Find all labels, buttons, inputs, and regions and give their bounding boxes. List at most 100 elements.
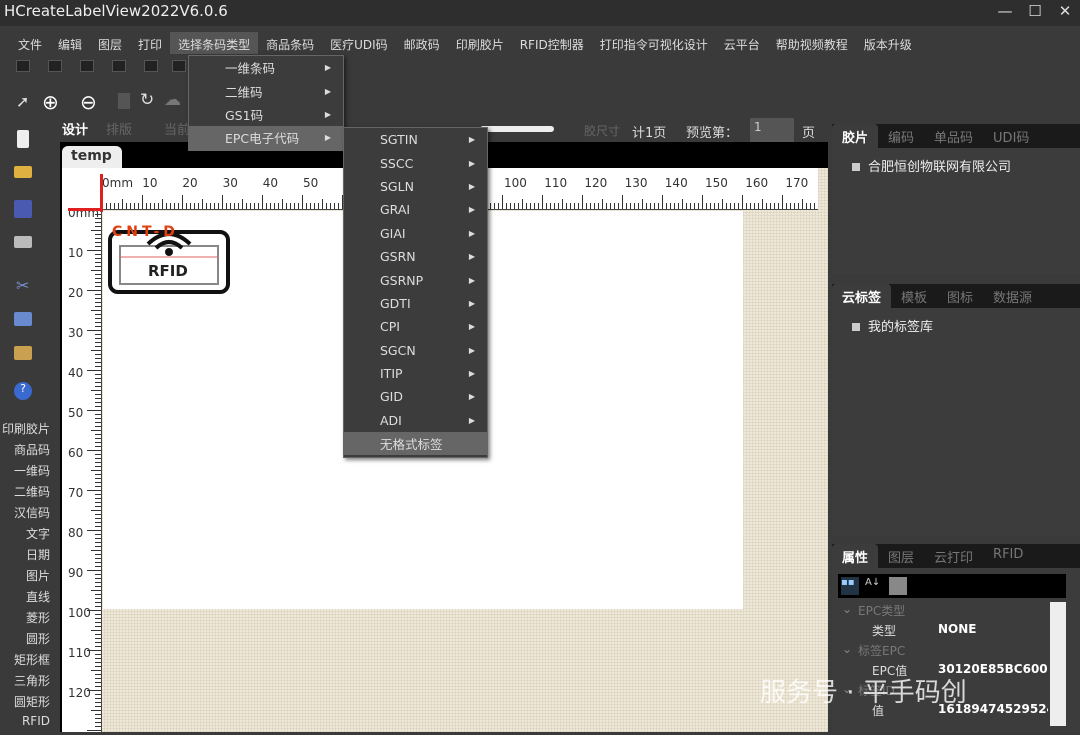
align-icon[interactable] <box>172 60 186 72</box>
panel-tab[interactable]: 胶片 <box>832 124 879 148</box>
tool-item[interactable]: 圆形 <box>0 630 56 651</box>
sort-az-icon[interactable]: A↓ <box>865 577 883 595</box>
numbered-list-icon[interactable] <box>112 60 126 72</box>
tab-current[interactable]: 当前 <box>164 119 190 138</box>
menu-item[interactable]: GRAI ▶ <box>344 198 487 221</box>
tree-item-my-library[interactable]: 我的标签库 <box>832 308 1080 335</box>
collapse-icon[interactable]: ⌄ <box>838 602 858 622</box>
panel-tab[interactable]: 云打印 <box>924 544 983 568</box>
menu-item[interactable]: EPC电子代码 ▶ <box>189 126 343 150</box>
menu-item[interactable]: SGCN ▶ <box>344 339 487 362</box>
panel-tab[interactable]: 模板 <box>891 284 937 308</box>
cloud-upload-icon[interactable]: ☁ <box>164 90 181 110</box>
panel-tab[interactable]: 图层 <box>878 544 924 568</box>
tab-design[interactable]: 设计 <box>62 119 88 138</box>
panel-tab[interactable]: UDI码 <box>983 124 1039 148</box>
tool-item[interactable]: 文字 <box>0 525 56 546</box>
menu-cloud[interactable]: 云平台 <box>716 32 768 54</box>
menu-print[interactable]: 打印 <box>130 32 170 54</box>
menu-rfid-controller[interactable]: RFID控制器 <box>512 32 592 54</box>
tool-item[interactable]: 日期 <box>0 546 56 567</box>
expand-icon[interactable] <box>852 323 860 331</box>
panel-tab[interactable]: RFID <box>983 544 1033 568</box>
panel-tab[interactable]: 编码 <box>878 124 924 148</box>
menu-item[interactable]: GSRN ▶ <box>344 245 487 268</box>
page-icon[interactable] <box>118 93 130 109</box>
menu-file[interactable]: 文件 <box>10 32 50 54</box>
tool-item[interactable]: 菱形 <box>0 609 56 630</box>
menu-item[interactable]: SGLN ▶ <box>344 175 487 198</box>
fill-icon[interactable] <box>144 60 158 72</box>
menu-item[interactable]: GS1码 ▶ <box>189 103 343 126</box>
tool-item[interactable]: 一维码 <box>0 462 56 483</box>
property-group[interactable]: ⌄ EPC类型 <box>838 602 1050 622</box>
pointer-icon[interactable]: ➚ <box>16 92 29 111</box>
menu-item[interactable]: CPI ▶ <box>344 315 487 338</box>
rotate-icon[interactable]: ↻ <box>140 90 154 110</box>
panel-tab[interactable]: 数据源 <box>983 284 1042 308</box>
menu-item[interactable]: GDTI ▶ <box>344 292 487 315</box>
tool-item[interactable]: 图片 <box>0 567 56 588</box>
menu-print-command-design[interactable]: 打印指令可视化设计 <box>592 32 716 54</box>
property-group[interactable]: ⌄ 标签EPC <box>838 642 1050 662</box>
expand-icon[interactable] <box>852 163 860 171</box>
menu-item[interactable]: 二维码 ▶ <box>189 79 343 102</box>
menu-item[interactable]: SSCC ▶ <box>344 151 487 174</box>
property-scrollbar[interactable] <box>1050 602 1066 726</box>
categorized-icon[interactable]: ▪▪ <box>841 577 859 595</box>
tool-item[interactable]: 矩形框 <box>0 651 56 672</box>
menu-item[interactable]: 无格式标签 <box>344 432 487 456</box>
list-icon[interactable] <box>80 60 94 72</box>
property-value[interactable]: NONE <box>938 622 1048 642</box>
print-icon[interactable] <box>14 236 32 248</box>
save-icon[interactable] <box>14 200 32 218</box>
property-row[interactable]: 类型 NONE <box>838 622 1050 642</box>
menu-layer[interactable]: 图层 <box>90 32 130 54</box>
tree-item-company[interactable]: 合肥恒创物联网有限公司 <box>832 148 1080 175</box>
tool-item[interactable]: 圆矩形 <box>0 693 56 714</box>
document-tab-temp[interactable]: temp <box>62 146 122 168</box>
menu-print-film[interactable]: 印刷胶片 <box>448 32 512 54</box>
tool-item[interactable]: 商品码 <box>0 441 56 462</box>
menu-udi[interactable]: 医疗UDI码 <box>322 32 396 54</box>
menu-postal[interactable]: 邮政码 <box>396 32 448 54</box>
new-file-icon[interactable] <box>17 130 29 148</box>
menu-upgrade[interactable]: 版本升级 <box>856 32 920 54</box>
menu-help-video[interactable]: 帮助视频教程 <box>768 32 856 54</box>
align-right-icon[interactable] <box>48 60 62 72</box>
panel-tab[interactable]: 属性 <box>832 544 879 568</box>
panel-tab[interactable]: 云标签 <box>832 284 892 308</box>
zoom-out-icon[interactable]: ⊖ <box>80 90 97 114</box>
panel-tab[interactable]: 单品码 <box>924 124 983 148</box>
copy-icon[interactable] <box>14 312 32 326</box>
preview-page-input[interactable]: 1 <box>750 118 794 142</box>
open-folder-icon[interactable] <box>14 166 32 178</box>
maximize-button[interactable]: ☐ <box>1020 2 1050 20</box>
zoom-in-icon[interactable]: ⊕ <box>42 90 59 114</box>
tab-layout[interactable]: 排版 <box>106 119 132 138</box>
menu-product-barcode[interactable]: 商品条码 <box>258 32 322 54</box>
menu-item[interactable]: 一维条码 ▶ <box>189 56 343 79</box>
minimize-button[interactable]: — <box>990 2 1020 20</box>
paste-icon[interactable] <box>14 346 32 360</box>
menu-item[interactable]: GIAI ▶ <box>344 222 487 245</box>
tool-item[interactable]: 直线 <box>0 588 56 609</box>
panel-tab[interactable]: 图标 <box>937 284 983 308</box>
menu-item[interactable]: GSRNP ▶ <box>344 268 487 291</box>
zoom-slider[interactable] <box>480 126 554 132</box>
rfid-label-logo[interactable]: CNT-D RFID <box>108 218 230 294</box>
collapse-icon[interactable]: ⌄ <box>838 642 858 662</box>
tool-item[interactable]: 汉信码 <box>0 504 56 525</box>
help-icon[interactable]: ? <box>14 382 32 400</box>
menu-barcode-type[interactable]: 选择条码类型 <box>170 32 259 54</box>
close-button[interactable]: ✕ <box>1050 2 1080 20</box>
menu-item[interactable]: ADI ▶ <box>344 409 487 432</box>
tool-item[interactable]: 三角形 <box>0 672 56 693</box>
tool-item[interactable]: 印刷胶片 <box>0 420 56 441</box>
property-pages-icon[interactable] <box>889 577 907 595</box>
tool-item[interactable]: 二维码 <box>0 483 56 504</box>
align-left-icon[interactable] <box>16 60 30 72</box>
menu-item[interactable]: GID ▶ <box>344 385 487 408</box>
menu-edit[interactable]: 编辑 <box>50 32 90 54</box>
menu-item[interactable]: ITIP ▶ <box>344 362 487 385</box>
